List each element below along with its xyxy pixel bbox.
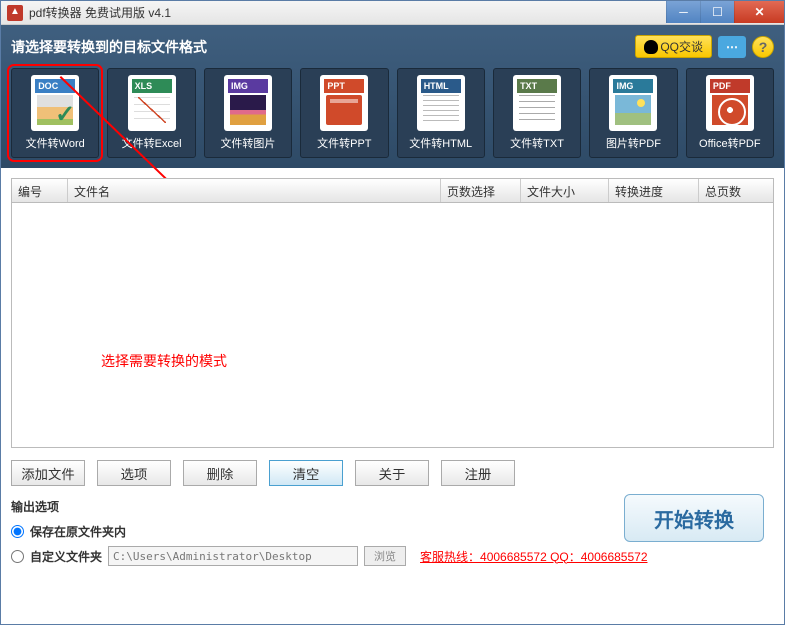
format-to-txt[interactable]: TXT 文件转TXT [493,68,581,158]
ppt-icon: PPT [320,75,368,131]
xls-icon: XLS [128,75,176,131]
format-label: 文件转HTML [402,135,480,151]
header-prompt: 请选择要转换到的目标文件格式 [11,37,635,57]
format-to-image[interactable]: IMG 文件转图片 [204,68,292,158]
table-header: 编号 文件名 页数选择 文件大小 转换进度 总页数 [12,179,773,203]
col-index[interactable]: 编号 [12,179,68,202]
start-convert-button[interactable]: 开始转换 [624,494,764,542]
format-label: 文件转PPT [305,135,383,151]
format-label: 文件转图片 [209,135,287,151]
format-to-html[interactable]: HTML 文件转HTML [397,68,485,158]
img-icon: IMG [224,75,272,131]
format-label: 文件转Word [16,135,94,151]
maximize-button[interactable]: ☐ [700,1,734,23]
img2-icon: IMG [609,75,657,131]
format-row: DOC 文件转Word XLS 文件转Excel IMG 文件转图片 PPT 文… [11,68,774,158]
html-icon: HTML [417,75,465,131]
header-top-row: 请选择要转换到的目标文件格式 QQ交谈 ⋯ ? [11,35,774,58]
custom-folder-radio[interactable] [11,550,24,563]
action-button-row: 添加文件 选项 删除 清空 关于 注册 [11,460,774,486]
col-totalpages[interactable]: 总页数 [699,179,773,202]
format-to-ppt[interactable]: PPT 文件转PPT [300,68,388,158]
about-button[interactable]: 关于 [355,460,429,486]
format-to-word[interactable]: DOC 文件转Word [11,68,99,158]
pdf-icon: PDF [706,75,754,131]
minimize-button[interactable]: ─ [666,1,700,23]
clear-button[interactable]: 清空 [269,460,343,486]
format-label: 文件转TXT [498,135,576,151]
col-pages[interactable]: 页数选择 [441,179,521,202]
register-button[interactable]: 注册 [441,460,515,486]
browse-button[interactable]: 浏览 [364,546,406,566]
format-selection-header: 请选择要转换到的目标文件格式 QQ交谈 ⋯ ? DOC 文件转Word XLS … [1,25,784,168]
qq-chat-button[interactable]: QQ交谈 [635,35,712,58]
qq-label: QQ交谈 [660,38,703,55]
service-hotline-link[interactable]: 客服热线：4006685572 QQ：4006685572 [420,548,647,565]
format-label: Office转PDF [691,135,769,151]
file-list-table: 编号 文件名 页数选择 文件大小 转换进度 总页数 [11,178,774,448]
col-filename[interactable]: 文件名 [68,179,441,202]
custom-folder-label: 自定义文件夹 [30,548,102,565]
output-options-section: 输出选项 开始转换 保存在原文件夹内 自定义文件夹 浏览 客服热线：400668… [11,498,774,566]
add-file-button[interactable]: 添加文件 [11,460,85,486]
save-original-radio[interactable] [11,525,24,538]
help-button[interactable]: ? [752,36,774,58]
app-icon [7,5,23,21]
format-image-to-pdf[interactable]: IMG 图片转PDF [589,68,677,158]
col-filesize[interactable]: 文件大小 [521,179,609,202]
doc-icon: DOC [31,75,79,131]
qq-penguin-icon [644,40,658,54]
delete-button[interactable]: 删除 [183,460,257,486]
annotation-text: 选择需要转换的模式 [101,351,227,371]
format-office-to-pdf[interactable]: PDF Office转PDF [686,68,774,158]
txt-icon: TXT [513,75,561,131]
window-title: pdf转换器 免费试用版 v4.1 [29,4,666,21]
custom-folder-row: 自定义文件夹 浏览 客服热线：4006685572 QQ：4006685572 [11,546,774,566]
format-label: 图片转PDF [594,135,672,151]
app-window: pdf转换器 免费试用版 v4.1 ─ ☐ ✕ 请选择要转换到的目标文件格式 Q… [0,0,785,625]
col-progress[interactable]: 转换进度 [609,179,699,202]
titlebar: pdf转换器 免费试用版 v4.1 ─ ☐ ✕ [1,1,784,25]
window-controls: ─ ☐ ✕ [666,1,784,24]
chat-button[interactable]: ⋯ [718,36,746,58]
save-original-label: 保存在原文件夹内 [30,523,126,540]
output-path-input[interactable] [108,546,358,566]
close-button[interactable]: ✕ [734,1,784,23]
format-to-excel[interactable]: XLS 文件转Excel [107,68,195,158]
options-button[interactable]: 选项 [97,460,171,486]
